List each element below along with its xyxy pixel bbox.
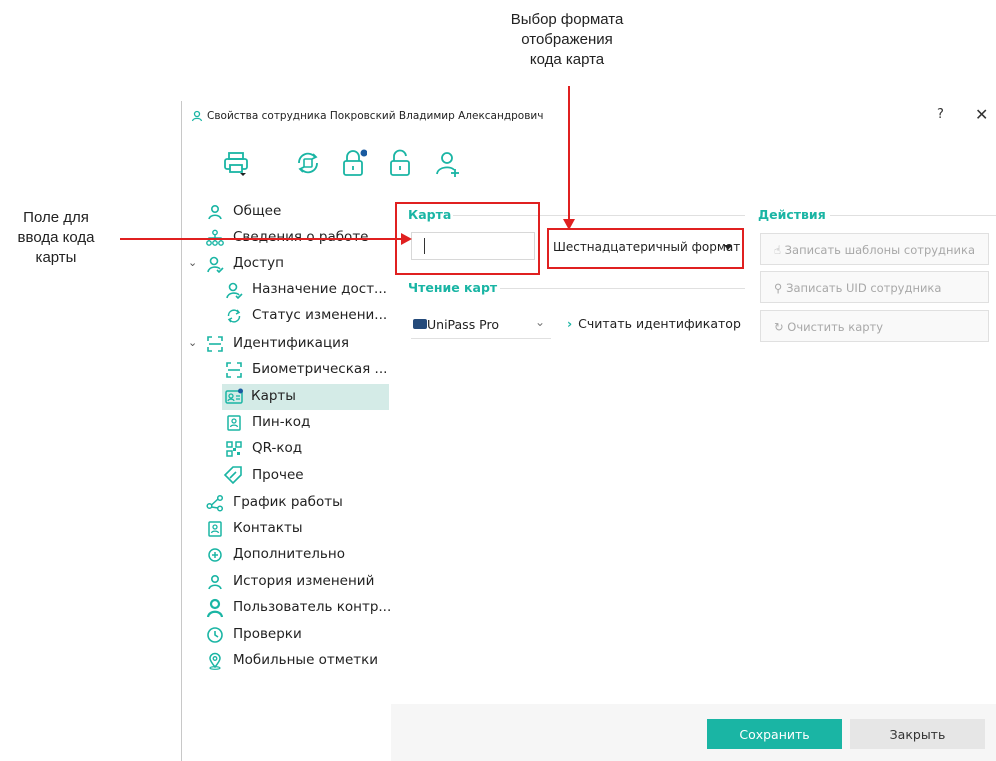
sidebar-item-schedule[interactable]: График работы [182, 490, 389, 516]
chevron-down-icon: ⌄ [535, 315, 546, 329]
clock-icon [207, 627, 223, 643]
reader-device-select[interactable]: UniPass Pro ⌄ [411, 314, 551, 339]
close-button[interactable]: Закрыть [850, 719, 985, 749]
add-user-icon-svg [436, 152, 459, 177]
sidebar-item-identification[interactable]: ⌄ Идентификация [182, 331, 389, 357]
help-button[interactable]: ? [937, 107, 944, 122]
history-user-icon [208, 574, 222, 590]
sidebar-item-general[interactable]: Общее [182, 199, 389, 225]
access-icon [207, 256, 224, 273]
printer-icon[interactable] [222, 147, 250, 179]
reset-icon: ↻ [774, 320, 788, 334]
refresh-icon [227, 309, 241, 323]
chevron-right-icon: › [567, 316, 573, 331]
access-assign-icon [226, 282, 243, 299]
controller-user-icon [206, 598, 224, 618]
unlock-icon-svg [390, 149, 410, 176]
employee-properties-dialog: Свойства сотрудника Покровский Владимир … [181, 101, 996, 761]
qr-icon [226, 441, 242, 457]
card-reading-divider [500, 288, 745, 289]
chevron-down-icon[interactable]: ⌄ [188, 256, 197, 269]
card-icon [225, 388, 243, 404]
sidebar-item-contacts[interactable]: Контакты [182, 516, 389, 542]
reader-device-icon [413, 319, 427, 329]
user-icon [191, 110, 203, 122]
user-icon: ⚲ [774, 281, 787, 295]
sync-card-icon[interactable] [294, 147, 322, 179]
annotation-input-label: Поле для ввода кода карты [17, 209, 95, 266]
lock-status-icon[interactable] [339, 147, 368, 179]
chevron-down-icon[interactable]: ⌄ [188, 336, 197, 349]
clear-card-button[interactable]: ↻ Очистить карту [760, 310, 989, 342]
unlock-icon[interactable] [386, 147, 414, 179]
sidebar-item-cards[interactable]: Карты [222, 384, 389, 410]
annotation-box-format-select [547, 228, 744, 269]
lock-status-icon-svg [343, 149, 368, 176]
read-identifier-button[interactable]: › Считать идентификатор [567, 316, 741, 331]
write-uid-button[interactable]: ⚲ Записать UID сотрудника [760, 271, 989, 303]
schedule-icon [206, 494, 224, 512]
sidebar-item-controller-user[interactable]: Пользователь контр... [182, 595, 391, 621]
sidebar-item-biometric[interactable]: Биометрическая ... [182, 357, 389, 383]
hand-icon: ☝ [774, 243, 785, 257]
annotation-arrow-top-head [563, 219, 575, 230]
annotation-box-card-input [395, 202, 540, 275]
actions-section-divider [830, 215, 996, 216]
add-user-icon[interactable] [434, 147, 462, 179]
user-icon [208, 204, 222, 220]
sidebar-item-mobile-marks[interactable]: Мобильные отметки [182, 648, 389, 674]
annotation-format-label: Выбор формата отображения кода карта [510, 11, 624, 68]
title-bar: Свойства сотрудника Покровский Владимир … [182, 101, 996, 131]
close-icon[interactable]: ✕ [975, 105, 988, 124]
sidebar-item-change-status[interactable]: Статус изменени... [182, 303, 389, 329]
printer-icon-svg [224, 152, 248, 176]
annotation-arrow-left-line [120, 238, 402, 240]
sidebar-item-access[interactable]: ⌄ Доступ [182, 251, 389, 277]
tag-icon [223, 466, 242, 485]
scan-icon [207, 336, 223, 352]
window-title: Свойства сотрудника Покровский Владимир … [207, 110, 544, 122]
biometric-icon [226, 362, 242, 378]
contacts-icon [208, 521, 222, 537]
sidebar-item-history[interactable]: История изменений [182, 569, 389, 595]
pin-icon [227, 415, 241, 431]
sync-card-icon-svg [298, 152, 318, 174]
annotation-arrow-left-head [401, 233, 412, 245]
sidebar-item-access-assign[interactable]: Назначение дост... [182, 277, 389, 303]
annotation-arrow-top-line [568, 86, 570, 220]
actions-section-title: Действия [758, 207, 826, 222]
sidebar-item-qr[interactable]: QR-код [182, 436, 389, 462]
write-templates-button[interactable]: ☝ Записать шаблоны сотрудника [760, 233, 989, 265]
sidebar-item-pin[interactable]: Пин-код [182, 410, 389, 436]
plus-circle-icon [208, 548, 222, 562]
sidebar-item-checks[interactable]: Проверки [182, 622, 389, 648]
card-reading-section-title: Чтение карт [408, 280, 498, 295]
sidebar-item-additional[interactable]: Дополнительно [182, 542, 389, 568]
sidebar-item-other[interactable]: Прочее [182, 463, 389, 489]
location-icon [209, 652, 221, 670]
save-button[interactable]: Сохранить [707, 719, 842, 749]
